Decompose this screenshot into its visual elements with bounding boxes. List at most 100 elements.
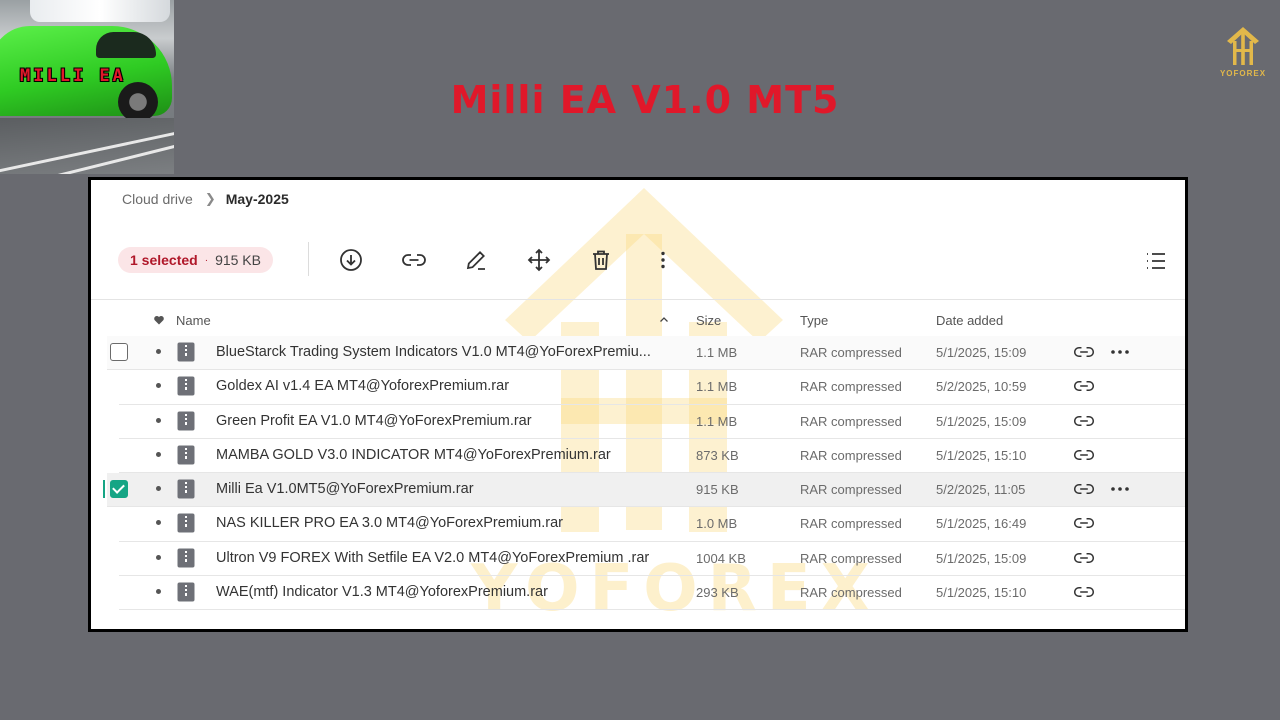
file-name[interactable]: Milli Ea V1.0MT5@YoForexPremium.rar [216, 481, 676, 497]
link-icon[interactable] [1073, 412, 1095, 430]
file-type: RAR compressed [800, 447, 902, 463]
view-toggle-button[interactable] [1143, 248, 1169, 274]
archive-file-icon [177, 411, 195, 431]
file-name[interactable]: NAS KILLER PRO EA 3.0 MT4@YoForexPremium… [216, 515, 676, 531]
file-date: 5/1/2025, 16:49 [936, 516, 1027, 532]
file-size: 1.1 MB [696, 413, 738, 429]
file-name[interactable]: Green Profit EA V1.0 MT4@YoForexPremium.… [216, 413, 676, 429]
file-row[interactable]: NAS KILLER PRO EA 3.0 MT4@YoForexPremium… [119, 507, 1185, 542]
list-view-icon [1147, 253, 1165, 269]
file-row[interactable]: Green Profit EA V1.0 MT4@YoForexPremium.… [119, 405, 1185, 439]
row-checkbox[interactable] [110, 343, 128, 361]
favorite-dot[interactable] [156, 520, 161, 526]
car-windshield-shape [96, 32, 156, 58]
chevron-right-icon: ❯ [204, 191, 216, 206]
file-type: RAR compressed [800, 482, 902, 498]
file-row[interactable]: BlueStarck Trading System Indicators V1.… [107, 336, 1185, 371]
rename-button[interactable] [463, 247, 489, 273]
more-horizontal-icon[interactable] [1109, 343, 1131, 361]
file-date: 5/1/2025, 15:09 [936, 550, 1027, 566]
white-car-shape [30, 0, 170, 22]
favorite-dot[interactable] [156, 383, 161, 389]
column-header-name[interactable]: Name [176, 313, 211, 328]
pencil-icon [466, 251, 485, 270]
file-name[interactable]: BlueStarck Trading System Indicators V1.… [216, 344, 676, 360]
favorite-dot[interactable] [156, 451, 161, 457]
file-row[interactable]: Milli Ea V1.0MT5@YoForexPremium.rar 915 K… [103, 473, 1185, 508]
selection-indicator [103, 480, 105, 499]
archive-file-icon [177, 445, 195, 465]
more-vertical-icon [661, 251, 665, 269]
file-type: RAR compressed [800, 345, 902, 360]
breadcrumb-root[interactable]: Cloud drive [122, 191, 193, 207]
link-icon[interactable] [1073, 583, 1095, 601]
favorite-dot[interactable] [156, 589, 161, 595]
breadcrumb: Cloud drive ❯ May-2025 [122, 191, 289, 207]
file-list: BlueStarck Trading System Indicators V1.… [91, 336, 1185, 611]
brand-name: YOFOREX [1219, 69, 1267, 78]
page-title: Milli EA V1.0 MT5 [450, 78, 840, 122]
file-type: RAR compressed [800, 585, 902, 601]
more-actions-button[interactable] [650, 247, 676, 273]
file-type: RAR compressed [800, 413, 902, 429]
file-size: 915 KB [696, 482, 739, 498]
archive-file-icon [177, 479, 195, 499]
favorite-dot[interactable] [156, 486, 161, 492]
selection-size: 915 KB [215, 252, 261, 268]
file-date: 5/1/2025, 15:10 [936, 585, 1027, 601]
link-icon[interactable] [1073, 343, 1095, 361]
move-icon [527, 248, 551, 272]
file-size: 1004 KB [696, 550, 746, 566]
file-size: 1.1 MB [696, 379, 738, 395]
selection-separator: · [204, 254, 209, 266]
column-header-type[interactable]: Type [800, 313, 828, 328]
link-icon[interactable] [1073, 514, 1095, 532]
file-name[interactable]: WAE(mtf) Indicator V1.3 MT4@YoforexPremi… [216, 584, 676, 600]
download-button[interactable] [338, 247, 364, 273]
file-type: RAR compressed [800, 516, 902, 532]
link-icon[interactable] [1073, 377, 1095, 395]
yoforex-logo-icon [1227, 27, 1259, 65]
file-date: 5/1/2025, 15:10 [936, 447, 1027, 463]
selection-count: 1 selected [130, 252, 198, 268]
file-row[interactable]: Ultron V9 FOREX With Setfile EA V2.0 MT4… [119, 542, 1185, 577]
sort-ascending-icon[interactable] [658, 313, 670, 331]
trash-icon [593, 250, 609, 270]
share-link-button[interactable] [401, 247, 427, 273]
file-name[interactable]: Goldex AI v1.4 EA MT4@YoforexPremium.rar [216, 378, 676, 394]
favorite-column-heart-icon[interactable] [153, 313, 165, 331]
file-name[interactable]: Ultron V9 FOREX With Setfile EA V2.0 MT4… [216, 550, 676, 566]
file-size: 293 KB [696, 585, 739, 601]
more-horizontal-icon[interactable] [1109, 480, 1131, 498]
file-name[interactable]: MAMBA GOLD V3.0 INDICATOR MT4@YoForexPre… [216, 447, 676, 463]
file-row[interactable]: WAE(mtf) Indicator V1.3 MT4@YoforexPremi… [119, 576, 1185, 611]
file-size: 1.1 MB [696, 345, 738, 360]
file-row[interactable]: Goldex AI v1.4 EA MT4@YoforexPremium.rar… [119, 370, 1185, 405]
file-row[interactable]: MAMBA GOLD V3.0 INDICATOR MT4@YoForexPre… [119, 439, 1185, 474]
file-date: 5/1/2025, 15:09 [936, 345, 1027, 360]
file-date: 5/2/2025, 10:59 [936, 379, 1027, 395]
column-header-size[interactable]: Size [696, 313, 721, 328]
link-icon[interactable] [1073, 480, 1095, 498]
row-checkbox[interactable] [110, 480, 128, 499]
selection-badge[interactable]: 1 selected · 915 KB [118, 247, 273, 273]
file-date: 5/2/2025, 11:05 [936, 482, 1026, 498]
archive-file-icon [177, 513, 195, 533]
breadcrumb-current: May-2025 [225, 191, 289, 207]
download-icon [340, 249, 362, 271]
delete-button[interactable] [588, 247, 614, 273]
column-header-date[interactable]: Date added [936, 313, 1003, 328]
archive-file-icon [177, 582, 195, 602]
link-icon[interactable] [1073, 549, 1095, 567]
file-date: 5/1/2025, 15:09 [936, 413, 1027, 429]
file-type: RAR compressed [800, 379, 902, 395]
toolbar-divider-line [91, 299, 1185, 300]
favorite-dot[interactable] [156, 349, 161, 354]
file-size: 1.0 MB [696, 516, 738, 532]
favorite-dot[interactable] [156, 554, 161, 560]
link-icon[interactable] [1073, 446, 1095, 464]
brand-logo: YOFOREX [1206, 25, 1280, 83]
favorite-dot[interactable] [156, 417, 161, 423]
move-button[interactable] [526, 247, 552, 273]
archive-file-icon [177, 342, 195, 362]
